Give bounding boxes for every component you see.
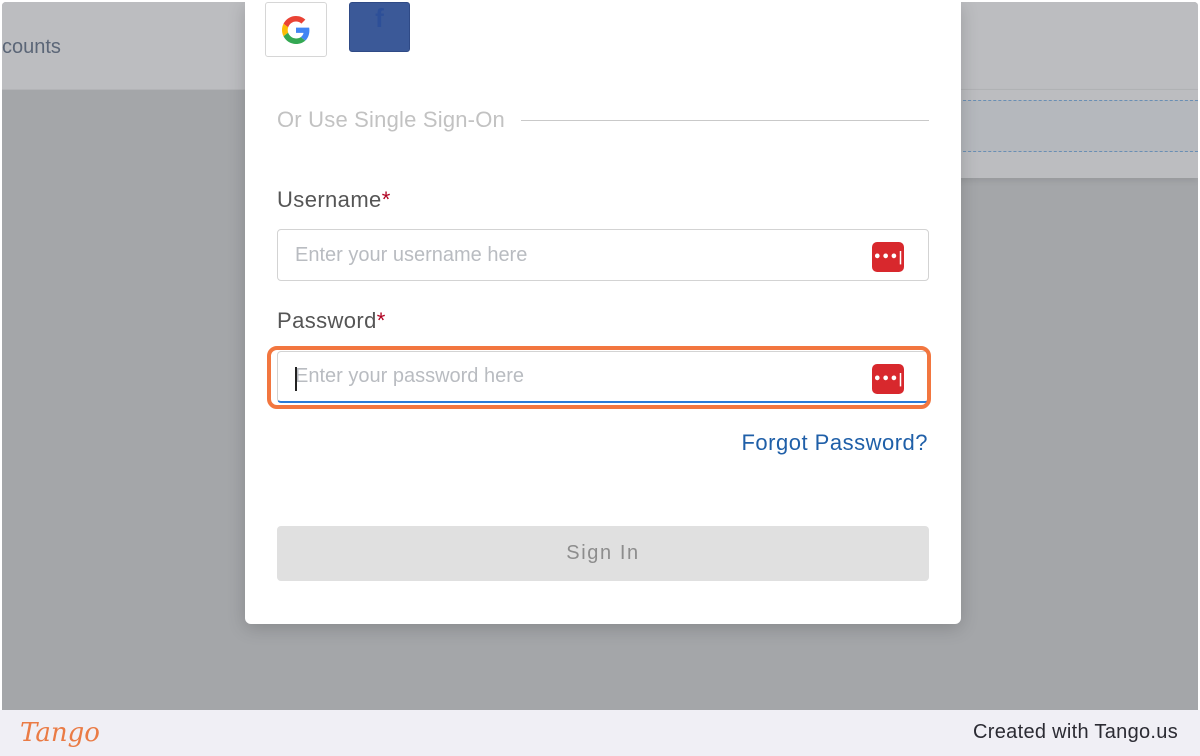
background-header-text: counts: [2, 36, 61, 58]
username-label-text: Username: [277, 187, 382, 212]
username-field-wrapper: •••|: [277, 229, 929, 281]
tango-step-highlight: [267, 346, 931, 409]
tango-footer: Tango Created with Tango.us: [0, 710, 1200, 756]
sign-in-modal: f Or Use Single Sign-On Username* •••| P…: [245, 2, 961, 624]
divider-line: [520, 119, 929, 121]
required-mark: *: [381, 187, 391, 212]
password-label: Password*: [277, 308, 386, 334]
created-with-text: Created with Tango.us: [973, 721, 1178, 743]
google-sign-in-button[interactable]: [265, 2, 327, 57]
required-mark: *: [376, 308, 386, 333]
background-dashed-box: [958, 100, 1198, 152]
password-manager-icon[interactable]: •••|: [872, 242, 904, 272]
sso-divider: Or Use Single Sign-On: [277, 106, 929, 134]
sign-in-button[interactable]: Sign In: [277, 526, 929, 581]
username-label: Username*: [277, 187, 391, 213]
facebook-sign-in-button[interactable]: f: [349, 2, 410, 52]
username-input[interactable]: [278, 230, 928, 280]
facebook-icon: f: [375, 2, 384, 33]
tango-logo: Tango: [20, 718, 100, 748]
password-label-text: Password: [277, 308, 377, 333]
forgot-password-link[interactable]: Forgot Password?: [741, 430, 928, 456]
sso-divider-label: Or Use Single Sign-On: [277, 107, 505, 132]
google-icon: [282, 15, 310, 44]
